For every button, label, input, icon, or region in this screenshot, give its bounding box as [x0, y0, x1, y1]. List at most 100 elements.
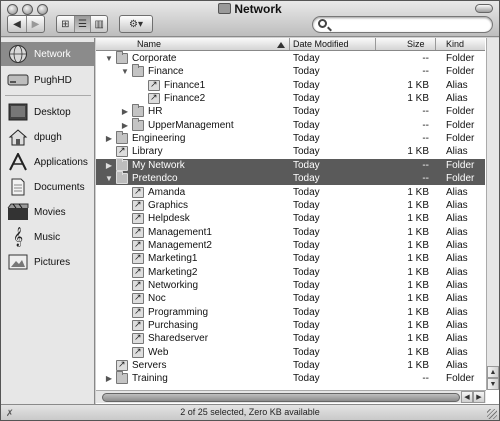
list-row[interactable]: Servers Today 1 KB Alias	[96, 359, 485, 372]
column-header-name[interactable]: Name	[137, 39, 161, 49]
row-date-modified: Today	[293, 93, 320, 105]
vertical-scrollbar[interactable]: ▲ ▼	[486, 38, 499, 390]
disclosure-closed-icon[interactable]: ▶	[104, 159, 114, 172]
sidebar-item-movies[interactable]: Movies	[1, 200, 94, 224]
list-row[interactable]: Web Today 1 KB Alias	[96, 346, 485, 359]
column-header-kind[interactable]: Kind	[446, 39, 464, 49]
column-divider[interactable]	[289, 38, 290, 50]
list-row[interactable]: ▶ UpperManagement Today -- Folder	[96, 117, 485, 132]
hard-drive-icon	[7, 70, 29, 90]
row-kind: Alias	[446, 360, 468, 372]
scroll-left-icon[interactable]: ◀	[461, 391, 473, 403]
disclosure-open-icon[interactable]: ▼	[104, 52, 114, 65]
sidebar-item-network[interactable]: Network	[1, 42, 94, 66]
list-row[interactable]: Helpdesk Today 1 KB Alias	[96, 212, 485, 225]
sidebar-label: Applications	[34, 156, 88, 168]
list-row[interactable]: Management2 Today 1 KB Alias	[96, 239, 485, 252]
search-input[interactable]	[331, 19, 486, 30]
list-row[interactable]: ▶ Engineering Today -- Folder	[96, 131, 485, 145]
list-row[interactable]: ▶ Training Today -- Folder	[96, 371, 485, 385]
list-row[interactable]: Purchasing Today 1 KB Alias	[96, 319, 485, 332]
sidebar-item-pughhd[interactable]: PughHD	[1, 68, 94, 92]
window-title-label: Network	[234, 2, 282, 16]
column-divider[interactable]	[375, 38, 376, 50]
scroll-up-icon[interactable]: ▲	[487, 366, 499, 378]
sidebar-item-pictures[interactable]: Pictures	[1, 250, 94, 274]
list-row[interactable]: ▼ Finance Today -- Folder	[96, 64, 485, 78]
row-size: 1 KB	[407, 93, 429, 105]
disclosure-closed-icon[interactable]: ▶	[120, 119, 130, 132]
list-row[interactable]: ▶ HR Today -- Folder	[96, 104, 485, 118]
forward-button[interactable]: ▶	[26, 16, 44, 32]
column-header-size[interactable]: Size	[407, 39, 425, 49]
sidebar-item-documents[interactable]: Documents	[1, 175, 94, 199]
column-divider[interactable]	[435, 38, 436, 50]
row-date-modified: Today	[293, 306, 320, 318]
list-row[interactable]: Marketing2 Today 1 KB Alias	[96, 266, 485, 279]
scroll-down-icon[interactable]: ▼	[487, 378, 499, 390]
list-view-button[interactable]: ☰	[73, 16, 91, 32]
sidebar-item-desktop[interactable]: Desktop	[1, 100, 94, 124]
list-row[interactable]: ▼ Pretendco Today -- Folder	[96, 171, 485, 186]
list-row[interactable]: Amanda Today 1 KB Alias	[96, 186, 485, 199]
disclosure-closed-icon[interactable]: ▶	[120, 105, 130, 118]
list-row[interactable]: Networking Today 1 KB Alias	[96, 279, 485, 292]
list-row[interactable]: Finance2 Today 1 KB Alias	[96, 92, 485, 105]
disclosure-closed-icon[interactable]: ▶	[104, 132, 114, 145]
row-kind: Folder	[446, 159, 475, 171]
search-field[interactable]	[312, 16, 493, 33]
row-date-modified: Today	[293, 320, 320, 331]
action-menu-button[interactable]: ⚙▾	[120, 16, 152, 32]
documents-icon	[7, 177, 29, 197]
network-globe-icon	[7, 44, 29, 64]
back-button[interactable]: ◀	[8, 16, 26, 32]
list-header: Name Date Modified Size Kind	[96, 38, 485, 51]
list-row[interactable]: Noc Today 1 KB Alias	[96, 292, 485, 305]
row-size: 1 KB	[407, 306, 429, 318]
icon-view-button[interactable]: ⊞	[57, 16, 74, 32]
back-arrow-icon: ◀	[13, 18, 21, 30]
list-row[interactable]: Programming Today 1 KB Alias	[96, 306, 485, 319]
list-row[interactable]: Management1 Today 1 KB Alias	[96, 226, 485, 239]
row-date-modified: Today	[293, 199, 320, 211]
sidebar-item-applications[interactable]: Applications	[1, 150, 94, 174]
sidebar-item-dpugh[interactable]: dpugh	[1, 125, 94, 149]
row-name: Marketing1	[148, 253, 198, 265]
column-header-date-modified[interactable]: Date Modified	[293, 39, 349, 49]
scroll-right-icon[interactable]: ▶	[473, 391, 485, 403]
column-view-button[interactable]: ▥	[90, 16, 107, 32]
row-date-modified: Today	[293, 346, 320, 358]
toolbar-toggle-button[interactable]	[475, 4, 493, 13]
disclosure-open-icon[interactable]: ▼	[120, 65, 130, 78]
list-row[interactable]: Graphics Today 1 KB Alias	[96, 199, 485, 212]
horizontal-scrollbar[interactable]: ◀ ▶	[96, 390, 486, 403]
list-row[interactable]: ▼ Corporate Today -- Folder	[96, 51, 485, 65]
resize-handle-icon[interactable]	[487, 409, 497, 419]
sidebar-item-music[interactable]: 𝄞 Music	[1, 225, 94, 249]
row-kind: Alias	[446, 186, 468, 198]
row-kind: Alias	[446, 320, 468, 331]
sidebar-label: Pictures	[34, 256, 71, 268]
list-row[interactable]: ▶ My Network Today -- Folder	[96, 157, 485, 173]
alias-icon	[132, 252, 144, 265]
row-date-modified: Today	[293, 119, 320, 131]
list-row[interactable]: Marketing1 Today 1 KB Alias	[96, 252, 485, 265]
row-size: 1 KB	[407, 346, 429, 358]
list-row[interactable]: Library Today 1 KB Alias	[96, 145, 485, 158]
status-bar: ✗ 2 of 25 selected, Zero KB available	[1, 404, 499, 420]
disclosure-closed-icon[interactable]: ▶	[104, 372, 114, 385]
gear-icon: ⚙▾	[129, 18, 143, 30]
horizontal-scroll-thumb[interactable]	[102, 393, 460, 402]
list-row[interactable]: Finance1 Today 1 KB Alias	[96, 79, 485, 92]
list-row[interactable]: Sharedserver Today 1 KB Alias	[96, 332, 485, 345]
disclosure-open-icon[interactable]: ▼	[104, 172, 114, 185]
row-kind: Alias	[446, 213, 468, 225]
row-date-modified: Today	[293, 253, 320, 265]
